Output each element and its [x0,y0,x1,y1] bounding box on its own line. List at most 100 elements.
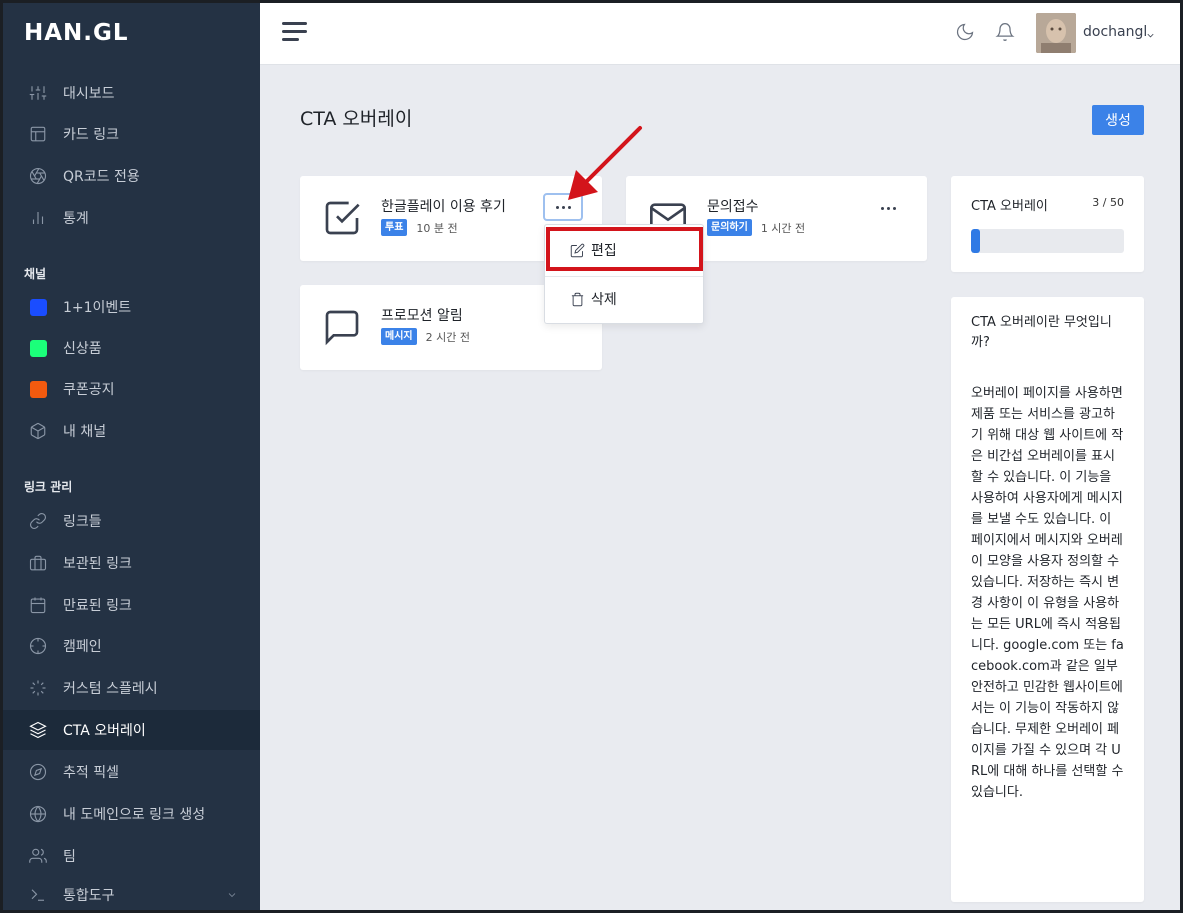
sidebar-item-label: 내 채널 [63,424,107,440]
app-logo[interactable]: HAN.GL [24,20,129,46]
avatar[interactable] [1036,13,1076,53]
sidebar-item-dashboard[interactable]: 대시보드 [3,73,260,113]
delete-label: 삭제 [591,292,617,308]
chevron-down-icon [226,889,238,905]
sidebar-item-archived-links[interactable]: 보관된 링크 [3,543,260,583]
sidebar-item-label: 만료된 링크 [63,598,132,614]
channel-color-swatch [28,379,48,399]
sidebar-item-label: 통합도구 [63,888,115,904]
loader-icon [28,678,48,698]
globe-icon [28,804,48,824]
sidebar-item-my-channel[interactable]: 내 채널 [3,411,260,451]
message-square-icon [322,307,364,349]
page-title: CTA 오버레이 [300,108,413,130]
info-body: 오버레이 페이지를 사용하면 제품 또는 서비스를 광고하기 위해 대상 웹 사… [971,386,1124,800]
chevron-down-icon[interactable] [1145,26,1157,38]
sliders-icon [28,83,48,103]
card-meta: 투표 10 분 전 [381,219,458,236]
sidebar: HAN.GL 대시보드 카드 링크 QR코드 전용 통계 채널 1+1이벤트 신… [0,0,260,913]
sidebar-item-channel-3[interactable]: 쿠폰공지 [3,369,260,409]
moon-icon[interactable] [955,22,977,44]
sidebar-item-label: 추적 픽셀 [63,765,119,781]
more-options-button[interactable] [543,193,583,221]
timestamp: 1 시간 전 [760,221,806,235]
sidebar-item-label: 커스텀 스플레시 [63,681,158,697]
compass-icon [28,762,48,782]
calendar-icon [28,595,48,615]
menu-divider [545,276,703,277]
usage-label: CTA 오버레이 [971,199,1048,214]
section-title-channels: 채널 [24,267,47,281]
type-badge: 투표 [381,219,408,236]
sidebar-item-label: 1+1이벤트 [63,300,132,316]
aperture-icon [28,166,48,186]
bar-chart-icon [28,208,48,228]
delete-menu-item[interactable]: 삭제 [545,279,703,319]
sidebar-item-label: 내 도메인으로 링크 생성 [63,807,206,823]
box-icon [28,421,48,441]
usage-count: 3 / 50 [1092,196,1124,209]
card-title[interactable]: 문의접수 [707,196,759,216]
timestamp: 10 분 전 [416,221,458,235]
check-square-icon [322,198,364,240]
sidebar-item-label: 팀 [63,849,76,865]
sidebar-item-label: 보관된 링크 [63,556,132,572]
topbar: dochangl [260,0,1183,65]
sidebar-item-links[interactable]: 링크들 [3,501,260,541]
edit-icon [570,243,585,257]
users-icon [28,846,48,866]
usage-card: CTA 오버레이 3 / 50 [951,176,1144,272]
link-icon [28,511,48,531]
menu-toggle-icon[interactable] [282,22,307,42]
sidebar-item-label: 링크들 [63,514,102,530]
crosshair-icon [28,636,48,656]
more-options-button[interactable] [868,194,908,222]
usage-progress-fill [971,229,981,253]
sidebar-item-qr-code[interactable]: QR코드 전용 [3,156,260,196]
usage-progress-bar [971,229,1124,253]
card-title[interactable]: 프로모션 알림 [381,305,463,325]
info-card: CTA 오버레이란 무엇입니까? 오버레이 페이지를 사용하면 제품 또는 서비… [951,297,1144,902]
sidebar-item-label: 캠페인 [63,639,102,655]
edit-label: 편집 [591,243,617,259]
card-options-menu: 편집 삭제 [544,224,704,324]
channel-color-swatch [28,297,48,317]
trash-icon [571,292,584,306]
type-badge: 메시지 [381,328,417,345]
sidebar-item-channel-2[interactable]: 신상품 [3,328,260,368]
sidebar-item-label: 통계 [63,211,89,227]
section-title-link-management: 링크 관리 [24,480,73,494]
card-title[interactable]: 한글플레이 이용 후기 [381,196,506,216]
terminal-icon [28,885,48,905]
sidebar-item-label: 쿠폰공지 [63,382,115,398]
layers-icon [28,720,48,740]
channel-color-swatch [28,338,48,358]
sidebar-item-channel-1[interactable]: 1+1이벤트 [3,287,260,327]
layout-icon [28,124,48,144]
sidebar-item-label: QR코드 전용 [63,169,140,185]
sidebar-item-integrations[interactable]: 통합도구 [3,877,260,913]
sidebar-item-expired-links[interactable]: 만료된 링크 [3,585,260,625]
sidebar-item-label: 신상품 [63,341,102,357]
card-meta: 메시지 2 시간 전 [381,328,470,345]
sidebar-item-campaign[interactable]: 캠페인 [3,626,260,666]
edit-menu-item[interactable]: 편집 [545,230,703,270]
info-title: CTA 오버레이란 무엇입니까? [971,315,1112,350]
card-meta: 문의하기 1 시간 전 [707,219,805,236]
type-badge: 문의하기 [707,219,752,236]
sidebar-item-team[interactable]: 팀 [3,836,260,876]
username[interactable]: dochangl [1083,24,1147,40]
sidebar-item-custom-splash[interactable]: 커스텀 스플레시 [3,668,260,708]
sidebar-item-custom-domain[interactable]: 내 도메인으로 링크 생성 [3,794,260,834]
sidebar-item-card-link[interactable]: 카드 링크 [3,114,260,154]
create-button[interactable]: 생성 [1092,105,1144,135]
bell-icon[interactable] [995,22,1017,44]
timestamp: 2 시간 전 [425,330,470,344]
sidebar-item-label: 카드 링크 [63,127,119,143]
sidebar-item-stats[interactable]: 통계 [3,198,260,238]
sidebar-item-tracking-pixel[interactable]: 추적 픽셀 [3,752,260,792]
sidebar-item-label: CTA 오버레이 [63,723,146,739]
sidebar-item-label: 대시보드 [63,86,115,102]
briefcase-icon [28,553,48,573]
sidebar-item-cta-overlay[interactable]: CTA 오버레이 [3,710,260,750]
